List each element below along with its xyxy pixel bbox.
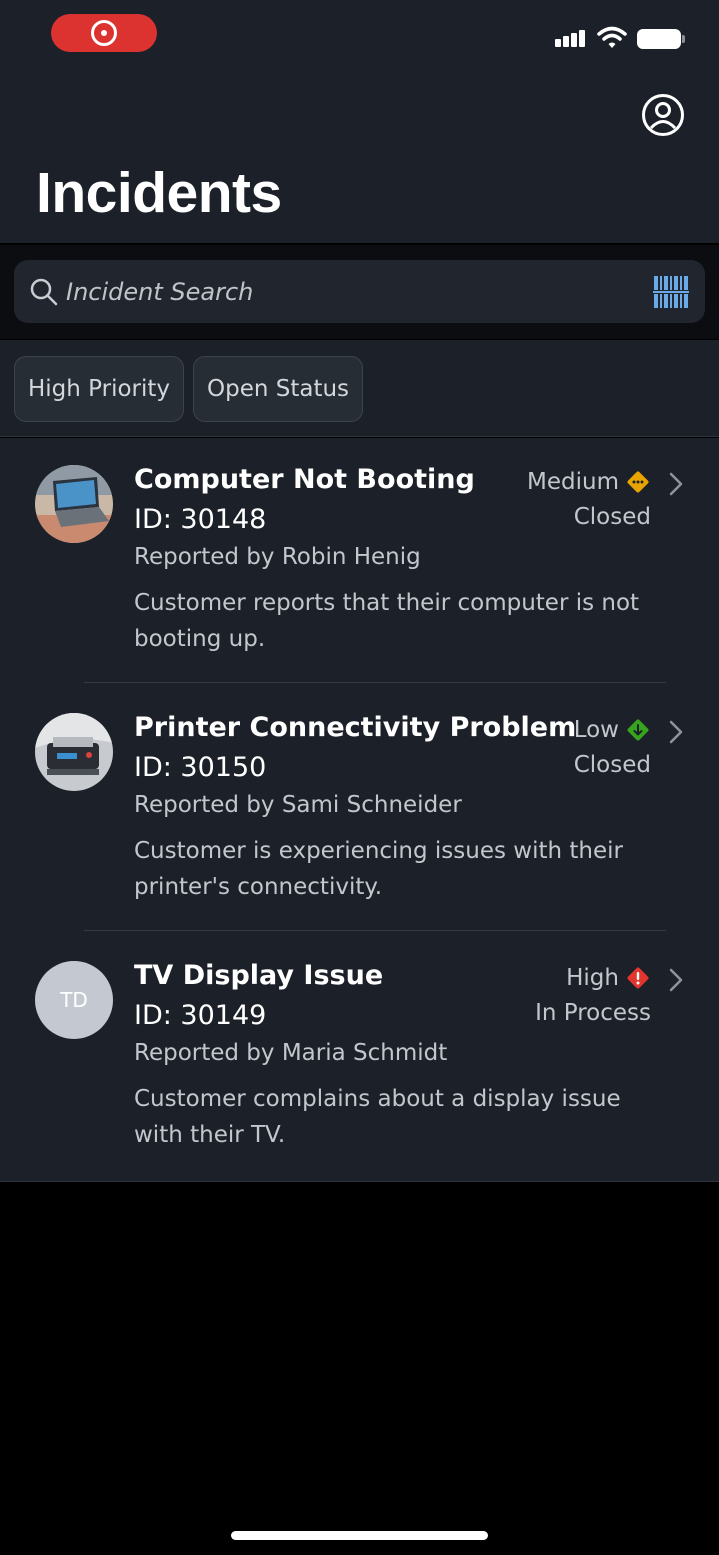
app-header: Incidents	[0, 0, 719, 243]
avatar	[35, 713, 113, 791]
divider	[84, 930, 666, 931]
barcode-icon[interactable]	[653, 275, 689, 309]
battery-icon	[637, 29, 681, 49]
laptop-image	[35, 465, 113, 543]
search-icon	[30, 278, 58, 306]
priority-indicator: Medium	[527, 469, 651, 495]
incident-list: Computer Not Booting ID: 30148 Reported …	[0, 438, 719, 1182]
incident-title: Computer Not Booting	[134, 464, 475, 495]
incident-reporter: Reported by Robin Henig	[134, 544, 421, 570]
list-item[interactable]: TD TV Display Issue ID: 30149 Reported b…	[0, 930, 719, 1178]
chevron-right-icon	[669, 720, 683, 744]
list-item[interactable]: Computer Not Booting ID: 30148 Reported …	[0, 438, 719, 686]
incident-id: ID: 30149	[134, 1000, 267, 1031]
incident-status: In Process	[535, 1000, 651, 1026]
filter-chip-high-priority[interactable]: High Priority	[14, 356, 185, 422]
incident-id: ID: 30148	[134, 504, 267, 535]
record-icon	[91, 20, 117, 46]
priority-label: Medium	[527, 469, 619, 495]
priority-label: Low	[573, 717, 619, 743]
error-diamond-icon	[627, 967, 649, 989]
avatar	[35, 465, 113, 543]
incident-title: Printer Connectivity Problem	[134, 712, 577, 743]
priority-indicator: Low	[574, 717, 651, 743]
incident-status: Closed	[573, 752, 651, 778]
filter-bar: High Priority Open Status	[0, 340, 719, 437]
incident-title: TV Display Issue	[134, 960, 384, 991]
wifi-icon	[597, 26, 627, 48]
warning-diamond-icon	[627, 471, 649, 493]
page-title: Incidents	[36, 161, 282, 225]
person-circle-icon[interactable]	[641, 93, 685, 137]
incident-reporter: Reported by Sami Schneider	[134, 792, 462, 818]
incident-status: Closed	[573, 504, 651, 530]
priority-label: High	[566, 965, 619, 991]
divider	[84, 682, 666, 683]
printer-image	[35, 713, 113, 791]
cellular-signal-icon	[553, 24, 589, 54]
chevron-right-icon	[669, 472, 683, 496]
incident-reporter: Reported by Maria Schmidt	[134, 1040, 448, 1066]
status-bar-icons	[553, 24, 685, 54]
chevron-right-icon	[669, 968, 683, 992]
incident-description: Customer complains about a display issue…	[134, 1086, 621, 1148]
priority-indicator: High	[566, 965, 651, 991]
home-indicator[interactable]	[231, 1531, 488, 1540]
filter-chip-open-status[interactable]: Open Status	[193, 356, 364, 422]
avatar: TD	[35, 961, 113, 1039]
search-input[interactable]	[66, 274, 626, 310]
search-bar[interactable]	[14, 260, 705, 323]
incident-id: ID: 30150	[134, 752, 267, 783]
search-section	[0, 245, 719, 339]
down-arrow-diamond-icon	[627, 719, 649, 741]
incident-description: Customer reports that their computer is …	[134, 590, 640, 652]
list-item[interactable]: Printer Connectivity Problem ID: 30150 R…	[0, 682, 719, 930]
incident-description: Customer is experiencing issues with the…	[134, 838, 623, 900]
screen-recording-indicator[interactable]	[51, 14, 157, 52]
